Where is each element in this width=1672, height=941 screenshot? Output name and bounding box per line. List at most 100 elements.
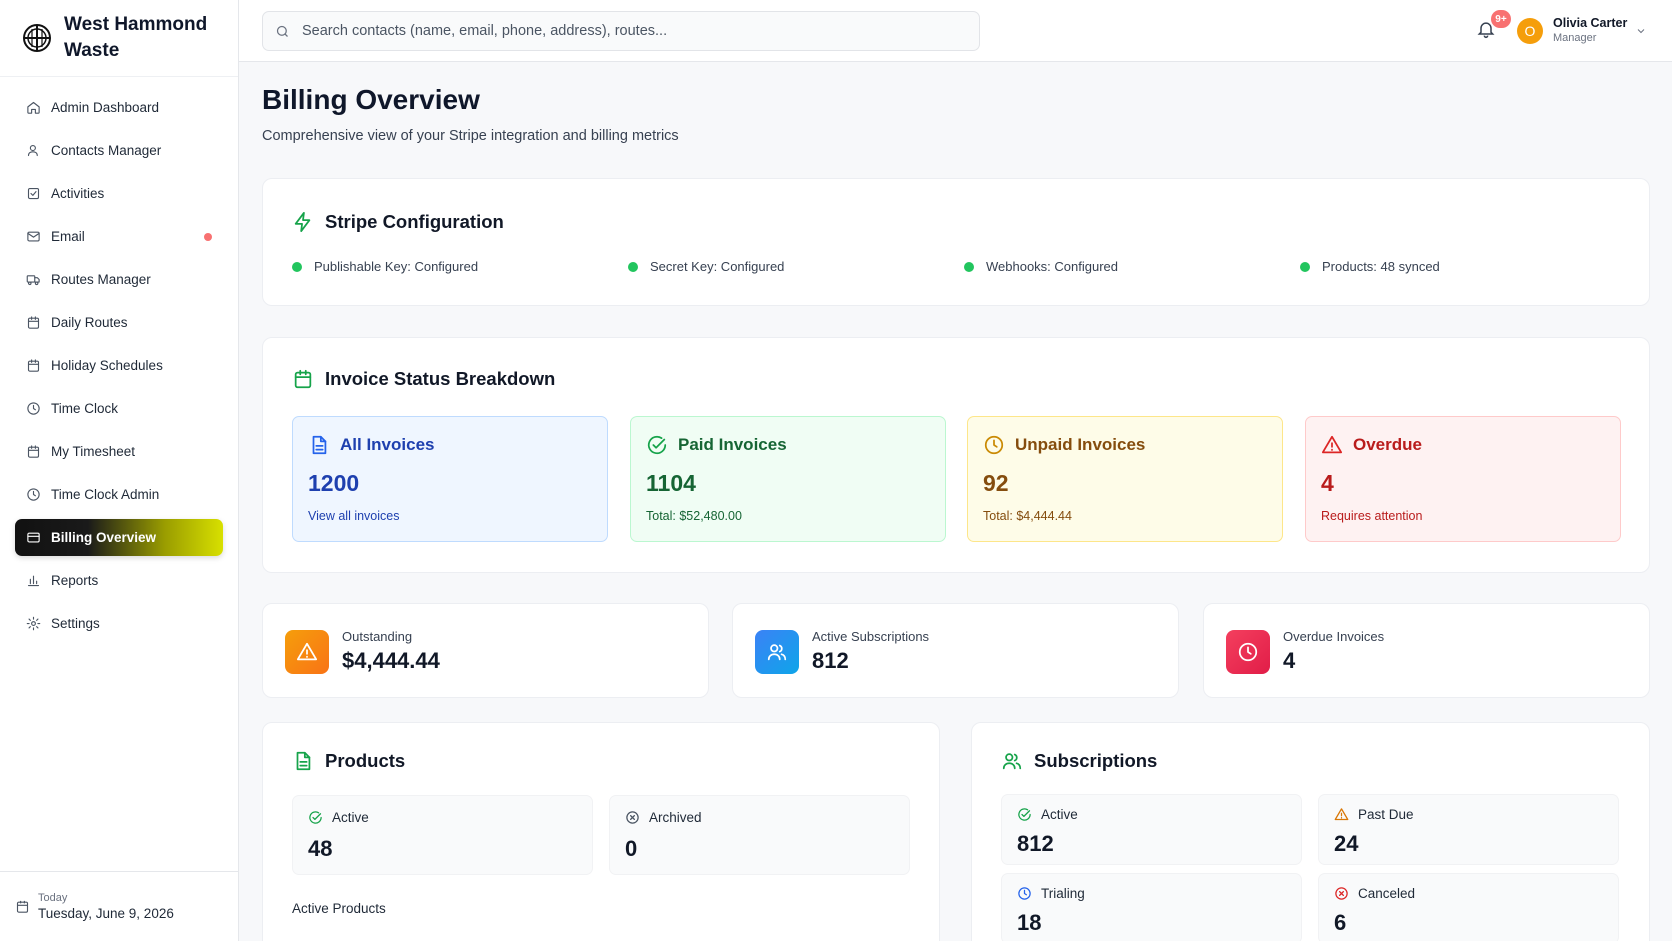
- sidebar-item-holiday-schedules[interactable]: Holiday Schedules: [15, 347, 223, 384]
- email-unread-dot: [204, 233, 212, 241]
- sidebar-item-label: Time Clock Admin: [51, 487, 160, 502]
- stripe-status-secret-key: Secret Key: Configured: [628, 259, 784, 274]
- stat-value: $4,444.44: [342, 648, 440, 673]
- mail-icon: [27, 231, 40, 242]
- status-text: Secret Key: Configured: [650, 259, 785, 274]
- sidebar-item-label: Routes Manager: [51, 272, 151, 287]
- products-card: Products Active 48 Archived 0 Active Pro…: [262, 722, 940, 941]
- brand-logo-icon: [23, 24, 51, 52]
- sidebar-item-settings[interactable]: Settings: [15, 605, 223, 642]
- sidebar-item-contacts-manager[interactable]: Contacts Manager: [15, 132, 223, 169]
- stat-icon: [1226, 630, 1270, 674]
- check-square-icon: [27, 187, 40, 200]
- status-text: Webhooks: Configured: [986, 259, 1119, 274]
- sidebar-item-activities[interactable]: Activities: [15, 175, 223, 212]
- stat-label: Overdue Invoices: [1283, 629, 1385, 644]
- lightning-icon: [294, 211, 311, 233]
- card-title-text: Subscriptions: [1034, 750, 1158, 771]
- mini-box-title: Active: [308, 810, 369, 825]
- status-dot: [628, 261, 638, 272]
- search-icon: [276, 25, 288, 37]
- search-bar[interactable]: [262, 11, 980, 51]
- user-menu[interactable]: Olivia Carter Manager: [1553, 16, 1627, 44]
- status-dot: [292, 261, 302, 272]
- sidebar-item-my-timesheet[interactable]: My Timesheet: [15, 433, 223, 470]
- clock-icon: [27, 488, 40, 501]
- user-menu-toggle[interactable]: [1635, 24, 1647, 36]
- document-icon: [312, 435, 327, 455]
- stat-icon: [285, 630, 329, 674]
- view-all-invoices-link[interactable]: View all invoices: [308, 509, 399, 523]
- calendar-icon: [27, 445, 40, 458]
- sidebar-item-time-clock-admin[interactable]: Time Clock Admin: [15, 476, 223, 513]
- inv-box-title: Paid Invoices: [646, 434, 787, 456]
- products-card-title: Products: [292, 750, 405, 772]
- sidebar-item-email[interactable]: Email: [15, 218, 223, 255]
- gear-icon: [26, 616, 41, 631]
- sidebar-item-label: Holiday Schedules: [51, 358, 163, 373]
- user-role: Manager: [1553, 32, 1597, 44]
- unpaid-invoices-box[interactable]: Unpaid Invoices 92 Total: $4,444.44: [967, 416, 1283, 542]
- inv-box-title: Unpaid Invoices: [983, 434, 1145, 456]
- stripe-status-webhooks: Webhooks: Configured: [964, 259, 1118, 274]
- stat-label: Outstanding: [342, 629, 413, 644]
- alert-triangle-icon: [1334, 808, 1349, 821]
- user-name: Olivia Carter: [1553, 16, 1628, 30]
- sidebar-footer-date: Today Tuesday, June 9, 2026: [0, 871, 239, 941]
- page-subtitle: Comprehensive view of your Stripe integr…: [262, 128, 679, 144]
- inv-box-title-text: Paid Invoices: [678, 435, 787, 454]
- home-icon: [27, 101, 40, 114]
- all-invoices-box[interactable]: All Invoices 1200 View all invoices: [292, 416, 608, 542]
- products-active-box: Active 48: [292, 795, 593, 875]
- status-text: Publishable Key: Configured: [314, 259, 479, 274]
- subscriptions-canceled-box: Canceled 6: [1318, 873, 1619, 941]
- check-circle-icon: [647, 435, 667, 455]
- truck-icon: [26, 275, 40, 286]
- alert-triangle-icon: [296, 642, 318, 661]
- card-title-text: Stripe Configuration: [325, 211, 504, 232]
- chevron-down-icon: [1637, 29, 1645, 34]
- invoice-card-title: Invoice Status Breakdown: [292, 368, 555, 390]
- card-title-text: Invoice Status Breakdown: [325, 368, 556, 389]
- inv-box-title-text: Overdue: [1353, 435, 1422, 454]
- sidebar-item-admin-dashboard[interactable]: Admin Dashboard: [15, 89, 223, 126]
- status-dot: [1300, 261, 1310, 272]
- sidebar-item-billing-overview[interactable]: Billing Overview: [15, 519, 223, 556]
- sidebar-item-label: Admin Dashboard: [51, 100, 160, 115]
- sidebar-item-label: Email: [51, 229, 85, 244]
- stripe-configuration-card: Stripe Configuration Publishable Key: Co…: [262, 178, 1650, 306]
- avatar[interactable]: O: [1517, 18, 1543, 44]
- subscriptions-card-title: Subscriptions: [1001, 750, 1157, 772]
- calendar-icon: [16, 900, 29, 913]
- sidebar-item-label: Contacts Manager: [51, 143, 162, 158]
- users-icon: [1002, 753, 1022, 770]
- mini-box-label: Active: [332, 810, 369, 825]
- check-circle-icon: [309, 811, 322, 824]
- search-input[interactable]: [302, 23, 962, 39]
- paid-invoices-box[interactable]: Paid Invoices 1104 Total: $52,480.00: [630, 416, 946, 542]
- products-active-count: 48: [308, 836, 333, 861]
- sidebar-item-time-clock[interactable]: Time Clock: [15, 390, 223, 427]
- calendar-icon: [27, 359, 40, 372]
- bar-chart-icon: [27, 575, 40, 587]
- today-label: Today: [38, 892, 68, 904]
- sidebar-item-reports[interactable]: Reports: [15, 562, 223, 599]
- subscriptions-trialing-box: Trialing 18: [1001, 873, 1302, 941]
- sidebar-item-label: My Timesheet: [51, 444, 136, 459]
- page-title: Billing Overview: [262, 84, 480, 115]
- sidebar-item-label: Activities: [51, 186, 105, 201]
- sidebar-item-daily-routes[interactable]: Daily Routes: [15, 304, 223, 341]
- overdue-invoices-note: Requires attention: [1321, 509, 1423, 523]
- inv-box-title: All Invoices: [308, 434, 434, 456]
- notifications-badge: 9+: [1491, 10, 1511, 28]
- stat-icon: [755, 630, 799, 674]
- active-products-heading: Active Products: [292, 901, 386, 916]
- stripe-status-publishable-key: Publishable Key: Configured: [292, 259, 478, 274]
- sidebar-item-routes-manager[interactable]: Routes Manager: [15, 261, 223, 298]
- sidebar-item-label: Daily Routes: [51, 315, 128, 330]
- mini-box-title: Archived: [625, 810, 702, 825]
- brand[interactable]: West Hammond Waste: [0, 0, 238, 77]
- subscriptions-active-count: 812: [1017, 831, 1054, 856]
- unpaid-invoices-count: 92: [983, 470, 1009, 496]
- overdue-invoices-box[interactable]: Overdue 4 Requires attention: [1305, 416, 1621, 542]
